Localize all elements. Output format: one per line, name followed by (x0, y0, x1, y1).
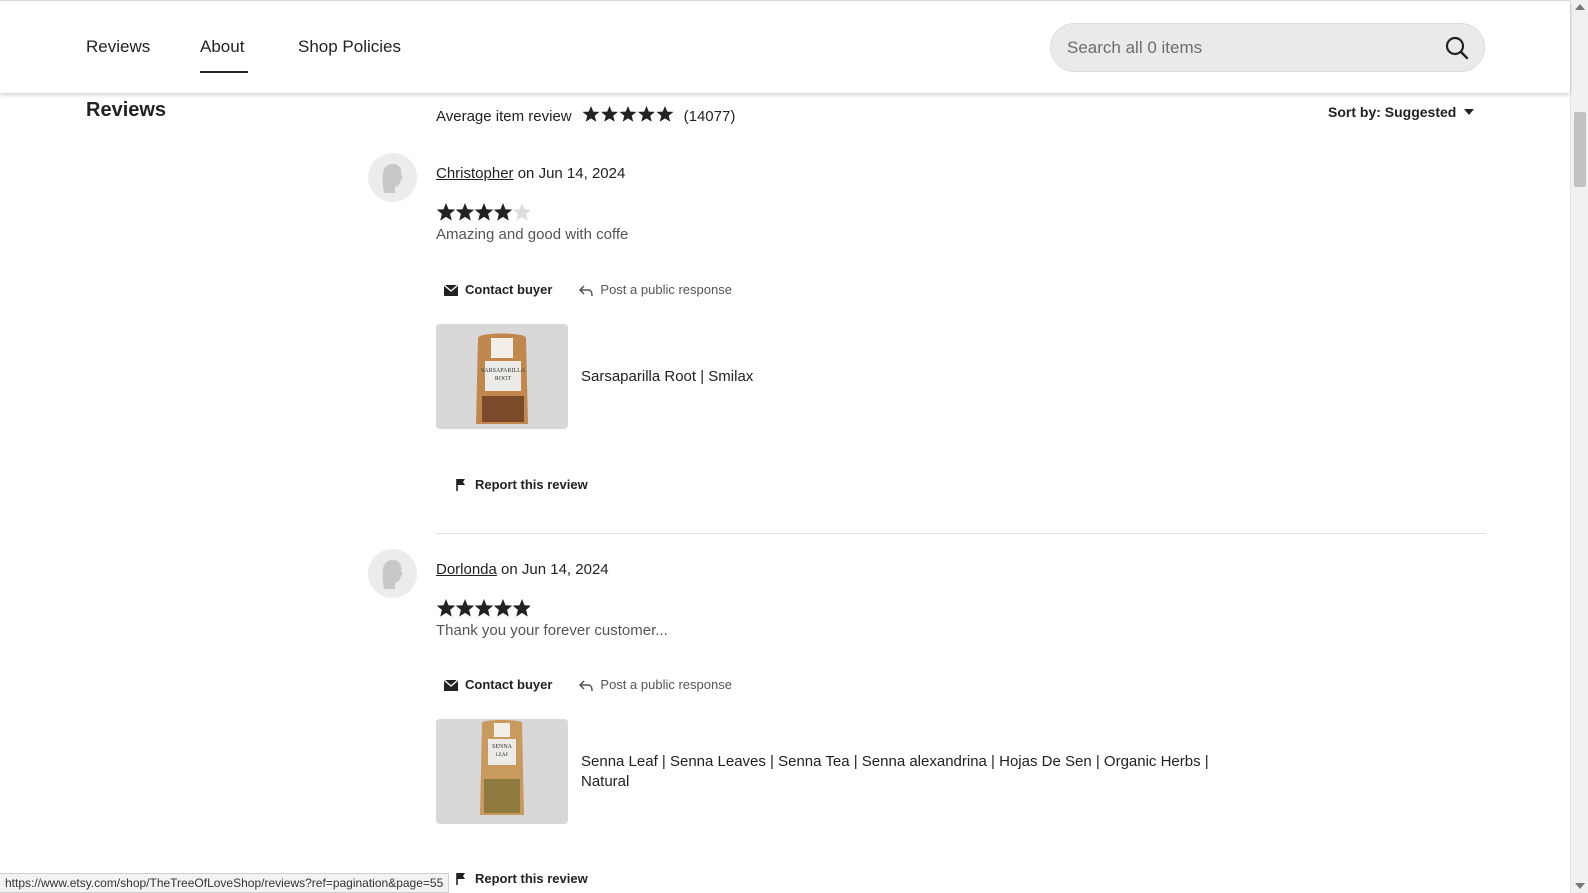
review-rating-stars (436, 598, 532, 623)
search-input[interactable] (1067, 36, 1407, 60)
report-review-button[interactable]: Report this review (455, 477, 588, 492)
reviewer-name-link[interactable]: Dorlonda (436, 561, 497, 578)
reviewer-line: Dorlonda on Jun 14, 2024 (436, 561, 609, 578)
shop-nav-bar: Reviews About Shop Policies (0, 0, 1570, 93)
reviewer-name-link[interactable]: Christopher (436, 165, 514, 182)
review-date: on Jun 14, 2024 (501, 561, 609, 578)
scroll-up-arrow-icon[interactable] (1575, 4, 1585, 10)
five-star-rating-icon (436, 599, 532, 617)
review-rating-stars (436, 202, 532, 227)
contact-buyer-button[interactable]: Contact buyer (443, 282, 552, 297)
active-tab-indicator (200, 71, 248, 73)
average-rating-stars (582, 105, 674, 127)
product-thumbnail[interactable]: SARSAPARILLA ROOT (436, 324, 568, 429)
product-title-link[interactable]: Sarsaparilla Root | Smilax (581, 367, 753, 387)
status-bar-url: https://www.etsy.com/shop/TheTreeOfLoveS… (0, 873, 450, 893)
reviewed-product: SARSAPARILLA ROOT Sarsaparilla Root | Sm… (436, 324, 753, 429)
review-text: Amazing and good with coffe (436, 226, 629, 243)
caret-down-icon (1464, 109, 1475, 115)
reviewer-avatar[interactable] (368, 549, 417, 598)
review-text: Thank you your forever customer... (436, 622, 668, 639)
report-review-button[interactable]: Report this review (455, 871, 588, 886)
review-divider (436, 533, 1486, 534)
envelope-icon (443, 678, 459, 691)
contact-buyer-button[interactable]: Contact buyer (443, 677, 552, 692)
scroll-down-arrow-icon[interactable] (1575, 883, 1585, 889)
flag-icon (456, 478, 465, 491)
product-label-text-2: LEAF (496, 753, 509, 758)
default-avatar-icon (382, 559, 403, 589)
page-scrollbar[interactable] (1570, 0, 1588, 893)
search-icon (1445, 36, 1469, 60)
tab-shop-policies[interactable]: Shop Policies (298, 37, 401, 57)
review-actions: Contact buyer Post a public response (443, 282, 732, 297)
flag-icon (456, 872, 465, 885)
default-avatar-icon (382, 163, 403, 193)
reviewed-product: SENNA LEAF Senna Leaf | Senna Leaves | S… (436, 719, 1209, 824)
product-bag-image: SENNA LEAF (436, 719, 568, 824)
sort-label: Sort by: Suggested (1328, 104, 1457, 120)
reviewer-avatar[interactable] (368, 153, 417, 202)
product-thumbnail[interactable]: SENNA LEAF (436, 719, 568, 824)
scrollbar-thumb[interactable] (1574, 112, 1586, 187)
contact-buyer-label: Contact buyer (465, 282, 553, 297)
tab-reviews[interactable]: Reviews (86, 37, 150, 57)
post-public-response-button[interactable]: Post a public response (578, 677, 732, 692)
contact-buyer-label: Contact buyer (465, 677, 553, 692)
four-star-rating-icon (436, 203, 532, 221)
product-label-text-2: ROOT (495, 376, 512, 382)
review-actions: Contact buyer Post a public response (443, 677, 732, 692)
reply-arrow-icon (579, 679, 594, 691)
average-review-label: Average item review (436, 107, 572, 125)
tab-about[interactable]: About (200, 37, 244, 57)
average-review-row: Average item review (14077) (436, 105, 735, 127)
product-bag-image: SARSAPARILLA ROOT (436, 324, 568, 429)
post-public-response-label: Post a public response (600, 677, 732, 692)
product-title-link[interactable]: Senna Leaf | Senna Leaves | Senna Tea | … (581, 752, 1209, 792)
search-button[interactable] (1440, 31, 1474, 65)
report-review-label: Report this review (475, 477, 588, 492)
reviews-section-title: Reviews (86, 99, 167, 121)
post-public-response-button[interactable]: Post a public response (578, 282, 732, 297)
average-stars-icon (582, 106, 674, 122)
report-review-label: Report this review (475, 871, 588, 886)
sort-dropdown[interactable]: Sort by: Suggested (1328, 104, 1475, 120)
post-public-response-label: Post a public response (600, 282, 732, 297)
review-date: on Jun 14, 2024 (517, 165, 626, 182)
reply-arrow-icon (579, 284, 594, 296)
product-label-text: SENNA (492, 744, 513, 750)
reviewer-line: Christopher on Jun 14, 2024 (436, 165, 625, 182)
product-title-line-1: Senna Leaf | Senna Leaves | Senna Tea | … (581, 752, 1209, 770)
page: Reviews About Shop Policies Reviews Aver… (0, 0, 1588, 893)
product-title-line-2: Natural (581, 772, 630, 790)
product-label-text: SARSAPARILLA (481, 368, 526, 374)
shop-search-box (1050, 23, 1485, 72)
envelope-icon (443, 283, 459, 296)
review-count: (14077) (683, 107, 736, 125)
